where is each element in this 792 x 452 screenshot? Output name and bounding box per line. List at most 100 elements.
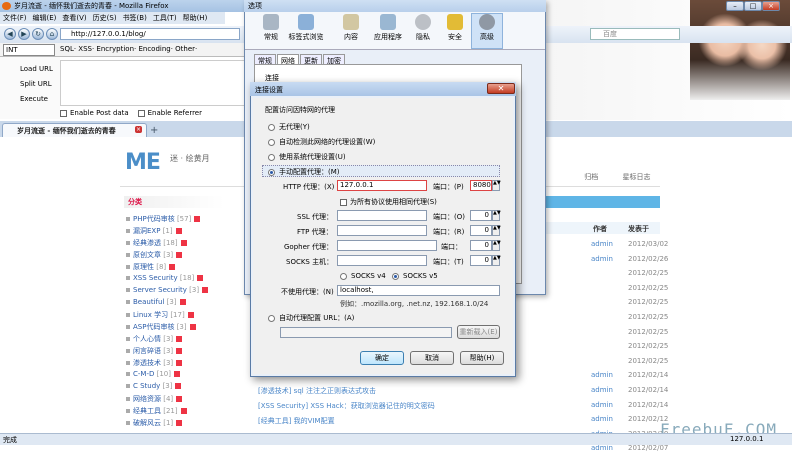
tab-close-icon[interactable]: × <box>135 126 142 133</box>
ssl-port-spinner[interactable]: ▲▼ <box>492 210 501 221</box>
radio-auto-detect[interactable]: 自动检测此网络的代理设置(W) <box>268 137 375 147</box>
socks4-option[interactable]: SOCKS v4 <box>340 272 386 280</box>
category-item[interactable]: 漏洞EXP [1] <box>126 226 182 236</box>
category-item[interactable]: 网络资源 [4] <box>126 394 183 404</box>
category-item[interactable]: 原理性 [8] <box>126 262 176 272</box>
category-item[interactable]: Linux 学习 [17] <box>126 310 194 320</box>
execute-button[interactable]: Execute <box>20 95 48 103</box>
load-url-button[interactable]: Load URL <box>20 65 53 73</box>
minimize-button[interactable]: – <box>726 1 744 11</box>
same-proxy-option[interactable]: 为所有协议使用相同代理(S) <box>340 197 437 207</box>
hackbar-int-select[interactable]: INT <box>3 44 55 56</box>
gopher-proxy-input[interactable] <box>337 240 437 251</box>
ftp-proxy-input[interactable] <box>337 225 427 236</box>
row-author[interactable]: admin <box>591 255 613 263</box>
rss-icon[interactable] <box>180 240 187 246</box>
pane-general[interactable]: 常规 <box>256 14 286 42</box>
rss-icon[interactable] <box>173 371 180 377</box>
category-item[interactable]: 渗透技术 [3] <box>126 358 183 368</box>
rss-icon[interactable] <box>175 228 182 234</box>
pane-privacy[interactable]: 隐私 <box>408 14 438 42</box>
category-item[interactable]: XSS Security [18] <box>126 274 204 282</box>
socks-host-input[interactable] <box>337 255 427 266</box>
row-author[interactable]: admin <box>591 401 613 409</box>
maximize-button[interactable]: □ <box>744 1 762 11</box>
rss-icon[interactable] <box>176 360 183 366</box>
row-author[interactable]: admin <box>591 444 613 452</box>
rss-icon[interactable] <box>180 408 187 414</box>
rss-icon[interactable] <box>176 348 183 354</box>
reload-button[interactable]: 重新载入(E) <box>457 325 500 339</box>
radio-system-proxy[interactable]: 使用系统代理设置(U) <box>268 152 346 162</box>
menu-bookmarks[interactable]: 书签(B) <box>123 13 147 23</box>
article-link[interactable]: [渗透技术] sql 注注之正则表达式攻击 <box>258 386 376 396</box>
rss-icon[interactable] <box>202 287 209 293</box>
row-author[interactable]: admin <box>591 386 613 394</box>
browser-tab[interactable]: 岁月流逝 - 缅怀我们逝去的青春 × <box>2 123 147 137</box>
ftp-port-spinner[interactable]: ▲▼ <box>492 225 501 236</box>
category-item[interactable]: 经典渗透 [18] <box>126 238 187 248</box>
new-tab-icon[interactable]: + <box>150 125 158 136</box>
radio-auto-url[interactable]: 自动代理配置 URL：(A) <box>268 313 354 323</box>
rss-icon[interactable] <box>176 252 183 258</box>
menu-help[interactable]: 帮助(H) <box>183 13 208 23</box>
rss-icon[interactable] <box>176 396 183 402</box>
radio-manual-proxy[interactable]: 手动配置代理：(M) <box>268 167 340 177</box>
rss-icon[interactable] <box>176 336 183 342</box>
http-port-spinner[interactable]: ▲▼ <box>492 180 501 191</box>
pane-applications[interactable]: 应用程序 <box>368 14 408 42</box>
home-icon[interactable]: ⌂ <box>46 28 58 40</box>
category-item[interactable]: Beautiful [3] <box>126 298 186 306</box>
hackbar-menu[interactable]: SQL· XSS· Encryption· Encoding· Other· <box>60 45 197 53</box>
category-item[interactable]: 个人心情 [3] <box>126 334 183 344</box>
pane-security[interactable]: 安全 <box>440 14 470 42</box>
category-item[interactable]: C Study [3] <box>126 382 182 390</box>
rss-icon[interactable] <box>197 275 204 281</box>
nav-starred[interactable]: 星标日志 <box>622 173 650 181</box>
menu-file[interactable]: 文件(F) <box>3 13 27 23</box>
rss-icon[interactable] <box>176 420 183 426</box>
pane-advanced[interactable]: 高级 <box>472 14 502 42</box>
row-author[interactable]: admin <box>591 371 613 379</box>
socks-port-input[interactable]: 0 <box>470 255 492 266</box>
menu-view[interactable]: 查看(V) <box>62 13 86 23</box>
ok-button[interactable]: 确定 <box>360 351 404 365</box>
help-button[interactable]: 帮助(H) <box>460 351 504 365</box>
pane-tabs[interactable]: 标签式浏览 <box>288 14 324 42</box>
ssl-port-input[interactable]: 0 <box>470 210 492 221</box>
rss-icon[interactable] <box>189 324 196 330</box>
category-item[interactable]: Server Security [3] <box>126 286 209 294</box>
cancel-button[interactable]: 取消 <box>410 351 454 365</box>
http-proxy-input[interactable]: 127.0.0.1 <box>337 180 427 191</box>
row-author[interactable]: admin <box>591 240 613 248</box>
category-item[interactable]: 闲言碎语 [3] <box>126 346 183 356</box>
back-icon[interactable]: ◀ <box>4 28 16 40</box>
category-item[interactable]: 破解风云 [1] <box>126 418 183 428</box>
url-bar[interactable]: http://127.0.0.1/blog/ <box>60 28 240 40</box>
socks5-option[interactable]: SOCKS v5 <box>392 272 438 280</box>
close-button[interactable]: × <box>762 1 780 11</box>
split-url-button[interactable]: Split URL <box>20 80 52 88</box>
category-item[interactable]: ASP代码审核 [3] <box>126 322 196 332</box>
rss-icon[interactable] <box>194 216 201 222</box>
blog-logo[interactable]: ME <box>125 150 161 175</box>
category-item[interactable]: 经典工具 [21] <box>126 406 187 416</box>
socks-port-spinner[interactable]: ▲▼ <box>492 255 501 266</box>
gopher-port-spinner[interactable]: ▲▼ <box>492 240 501 251</box>
row-author[interactable]: admin <box>591 415 613 423</box>
category-item[interactable]: 原创文章 [3] <box>126 250 183 260</box>
enable-post-checkbox[interactable] <box>60 109 67 117</box>
dialog-close-icon[interactable]: ✕ <box>487 83 515 94</box>
auto-url-input[interactable] <box>280 327 452 338</box>
pane-content[interactable]: 内容 <box>336 14 366 42</box>
ftp-port-input[interactable]: 0 <box>470 225 492 236</box>
http-port-input[interactable]: 8080 <box>470 180 492 191</box>
gopher-port-input[interactable]: 0 <box>470 240 492 251</box>
menu-history[interactable]: 历史(S) <box>93 13 117 23</box>
article-link[interactable]: [经典工具] 我的VIM配置 <box>258 416 335 426</box>
rss-icon[interactable] <box>175 383 182 389</box>
category-item[interactable]: PHP代码审核 [57] <box>126 214 201 224</box>
reload-icon[interactable]: ↻ <box>32 28 44 40</box>
rss-icon[interactable] <box>179 299 186 305</box>
radio-no-proxy[interactable]: 无代理(Y) <box>268 122 310 132</box>
